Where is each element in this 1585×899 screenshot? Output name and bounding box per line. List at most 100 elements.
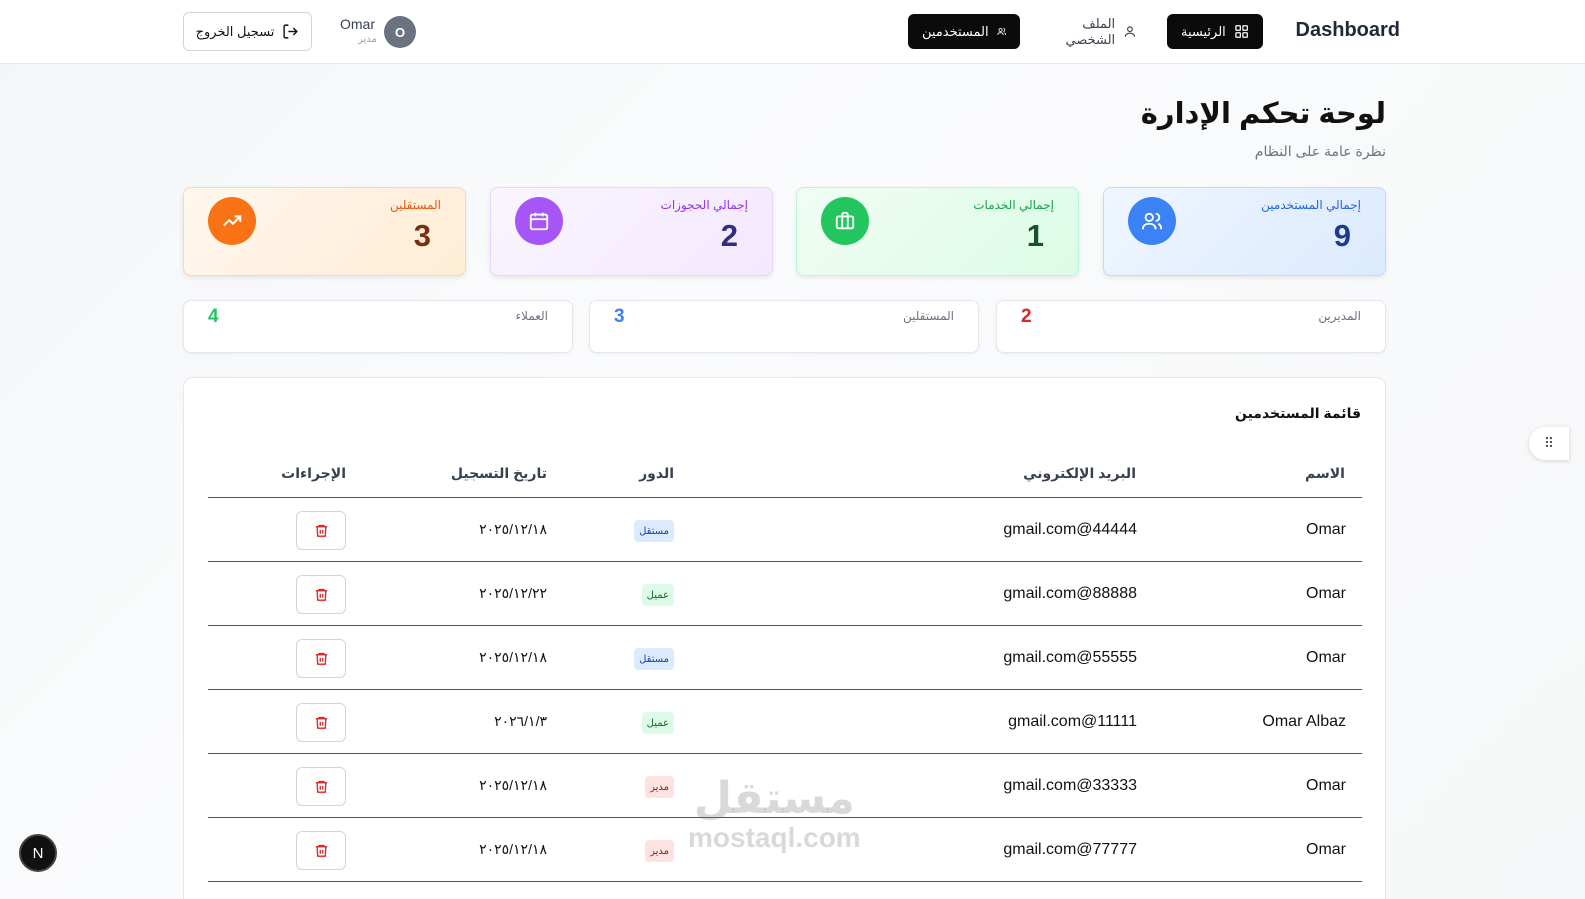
header-actions: الإجراءات — [281, 465, 346, 481]
delete-button[interactable] — [296, 575, 346, 614]
header-name: الاسم — [1305, 465, 1345, 481]
nav-profile-button[interactable]: الملف الشخصي — [1031, 14, 1151, 49]
role-label: المديرين — [1318, 309, 1361, 323]
nav-profile-label: الملف الشخصي — [1065, 15, 1116, 47]
cell-date: ٢٠٢٥/١٢/١٨ — [479, 777, 547, 793]
stat-icon-circle — [821, 197, 869, 245]
cell-date: ٢٠٢٦/١/٣ — [494, 713, 547, 729]
stat-value: 3 — [413, 218, 431, 253]
stat-label: المستقلين — [389, 198, 441, 212]
avatar[interactable]: O — [384, 16, 416, 48]
role-value: 4 — [208, 306, 219, 327]
drag-handle[interactable]: ⠿ — [1529, 427, 1569, 460]
trash-icon — [315, 716, 327, 729]
page-title: لوحة تحكم الإدارة — [1140, 98, 1386, 130]
nav-users-label: المستخدمين — [922, 23, 989, 39]
cell-name: Omar — [1306, 841, 1346, 858]
role-card-admins: المديرين 2 — [996, 300, 1386, 353]
role-label: المستقلين — [902, 309, 954, 323]
stat-value: 9 — [1333, 218, 1351, 253]
trash-icon — [315, 652, 327, 665]
stat-card-services: إجمالي الخدمات 1 — [796, 187, 1079, 276]
role-badge: مستقل — [634, 520, 674, 542]
users-icon — [1141, 212, 1163, 230]
role-card-freelancers: المستقلين 3 — [589, 300, 979, 353]
grid-icon — [1235, 25, 1248, 38]
stat-label: إجمالي المستخدمين — [1261, 198, 1361, 212]
cell-email: gmail.com@88888 — [1003, 585, 1137, 602]
calendar-icon — [529, 212, 549, 231]
stat-icon-circle — [515, 197, 563, 245]
header-role: الدور — [639, 465, 674, 481]
user-icon — [1124, 26, 1136, 37]
brand-title: Dashboard — [1295, 19, 1400, 41]
header-date: تاريخ التسجيل — [450, 465, 547, 481]
cell-date: ٢٠٢٥/١٢/١٨ — [479, 841, 547, 857]
stat-value: 2 — [720, 218, 738, 253]
trash-icon — [315, 524, 327, 537]
n-badge-button[interactable]: N — [19, 834, 57, 872]
cell-email: gmail.com@11111 — [1008, 713, 1137, 730]
cell-date: ٢٠٢٥/١٢/٢٢ — [479, 585, 547, 601]
role-badge: مدير — [645, 840, 674, 862]
delete-button[interactable] — [296, 767, 346, 806]
cell-name: Omar — [1306, 777, 1346, 794]
role-badge: عميل — [641, 712, 674, 734]
delete-button[interactable] — [296, 703, 346, 742]
cell-name: Omar — [1306, 585, 1346, 602]
role-value: 3 — [614, 306, 625, 327]
briefcase-icon — [835, 211, 855, 230]
trash-icon — [315, 844, 327, 857]
role-label: العملاء — [515, 309, 548, 323]
cell-email: gmail.com@44444 — [1003, 521, 1137, 538]
nav-users-button[interactable]: المستخدمين — [908, 14, 1020, 49]
cell-email: gmail.com@33333 — [1003, 777, 1137, 794]
users-icon — [997, 27, 1006, 36]
role-badge: عميل — [641, 584, 674, 606]
cell-name: Omar — [1306, 521, 1346, 538]
stat-card-freelancers: المستقلين 3 — [183, 187, 466, 276]
logout-label: تسجيل الخروج — [195, 23, 275, 39]
delete-button[interactable] — [296, 639, 346, 678]
role-value: 2 — [1021, 306, 1032, 327]
stat-label: إجمالي الخدمات — [973, 198, 1054, 212]
stat-icon-circle — [208, 197, 256, 245]
stat-card-users: إجمالي المستخدمين 9 — [1103, 187, 1386, 276]
stat-value: 1 — [1026, 218, 1044, 253]
trending-up-icon — [223, 215, 242, 227]
watermark-arabic: مستقل — [693, 774, 855, 823]
logout-icon — [283, 24, 299, 39]
cell-date: ٢٠٢٥/١٢/١٨ — [479, 521, 547, 537]
user-name: Omar — [340, 16, 375, 32]
trash-icon — [315, 588, 327, 601]
stat-card-bookings: إجمالي الحجوزات 2 — [490, 187, 773, 276]
stat-label: إجمالي الحجوزات — [660, 198, 748, 212]
table-row: Omar gmail.com@55555 مستقل ٢٠٢٥/١٢/١٨ — [208, 626, 1362, 690]
table-row: Omar gmail.com@44444 مستقل ٢٠٢٥/١٢/١٨ — [208, 498, 1362, 562]
table-row: Omar Albaz gmail.com@11111 عميل ٢٠٢٦/١/٣ — [208, 690, 1362, 754]
user-role: مدير — [358, 34, 377, 45]
table-title: قائمة المستخدمين — [1234, 405, 1361, 421]
cell-email: gmail.com@77777 — [1003, 841, 1137, 858]
role-badge: مستقل — [634, 648, 674, 670]
grip-dots-icon: ⠿ — [1543, 435, 1555, 451]
page-subtitle: نظرة عامة على النظام — [1254, 143, 1386, 159]
stat-icon-circle — [1128, 197, 1176, 245]
logout-button[interactable]: تسجيل الخروج — [183, 12, 312, 51]
header-email: البريد الإلكتروني — [1023, 465, 1136, 481]
delete-button[interactable] — [296, 511, 346, 550]
nav-home-button[interactable]: الرئيسية — [1167, 14, 1263, 49]
cell-name: Omar — [1306, 649, 1346, 666]
table-row: Omar gmail.com@88888 عميل ٢٠٢٥/١٢/٢٢ — [208, 562, 1362, 626]
delete-button[interactable] — [296, 831, 346, 870]
cell-email: gmail.com@55555 — [1003, 649, 1137, 666]
top-header: Dashboard الرئيسية الملف الشخصي المستخدم… — [0, 0, 1585, 64]
watermark: مستقل mostaql.com — [688, 775, 861, 853]
trash-icon — [315, 780, 327, 793]
role-card-clients: العملاء 4 — [183, 300, 573, 353]
watermark-latin: mostaql.com — [688, 822, 861, 853]
cell-date: ٢٠٢٥/١٢/١٨ — [479, 649, 547, 665]
cell-name: Omar Albaz — [1262, 713, 1346, 730]
role-badge: مدير — [645, 776, 674, 798]
nav-home-label: الرئيسية — [1181, 23, 1226, 39]
